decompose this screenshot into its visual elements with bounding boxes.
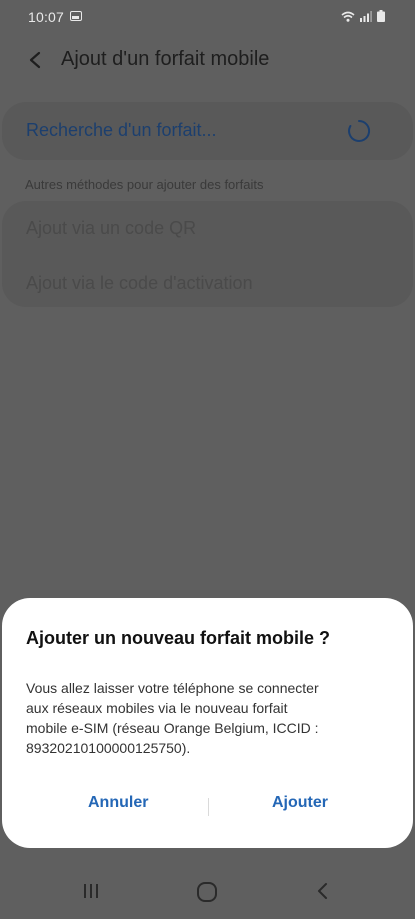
page-title: Ajout d'un forfait mobile — [61, 48, 270, 70]
back-icon[interactable] — [314, 882, 332, 905]
dialog-message: Vous allez laisser votre téléphone se co… — [26, 678, 366, 758]
status-icons — [341, 10, 385, 22]
navigation-bar — [0, 862, 415, 919]
search-plan-card[interactable]: Recherche d'un forfait... — [2, 102, 413, 160]
wifi-icon — [341, 11, 355, 22]
loading-spinner-icon — [347, 119, 371, 143]
cancel-button[interactable]: Annuler — [88, 794, 148, 812]
home-icon[interactable] — [196, 881, 218, 908]
other-methods-card: Ajout via un code QR Ajout via le code d… — [2, 201, 413, 307]
add-plan-dialog: Ajouter un nouveau forfait mobile ? Vous… — [2, 598, 413, 848]
back-arrow-icon[interactable] — [22, 46, 50, 74]
dialog-message-line: aux réseaux mobiles via le nouveau forfa… — [26, 700, 288, 716]
recents-icon[interactable] — [82, 882, 100, 905]
status-time: 10:07 — [28, 9, 65, 25]
dialog-message-line: mobile e-SIM (réseau Orange Belgium, ICC… — [26, 720, 319, 736]
dialog-message-line: 8932021010000012575­0). — [26, 740, 191, 756]
button-divider — [208, 798, 209, 816]
gallery-icon — [70, 11, 82, 21]
add-via-activation-code-item[interactable]: Ajout via le code d'activation — [26, 273, 253, 294]
add-button[interactable]: Ajouter — [272, 794, 328, 812]
search-plan-label: Recherche d'un forfait... — [26, 120, 217, 140]
battery-icon — [377, 10, 385, 22]
app-header: Ajout d'un forfait mobile — [0, 36, 415, 86]
signal-icon — [360, 11, 372, 22]
dialog-message-line: Vous allez laisser votre téléphone se co… — [26, 680, 319, 696]
dialog-title: Ajouter un nouveau forfait mobile ? — [26, 628, 331, 648]
other-methods-heading: Autres méthodes pour ajouter des forfait… — [25, 177, 264, 192]
status-bar: 10:07 — [0, 0, 415, 34]
add-via-qr-item[interactable]: Ajout via un code QR — [26, 218, 196, 239]
